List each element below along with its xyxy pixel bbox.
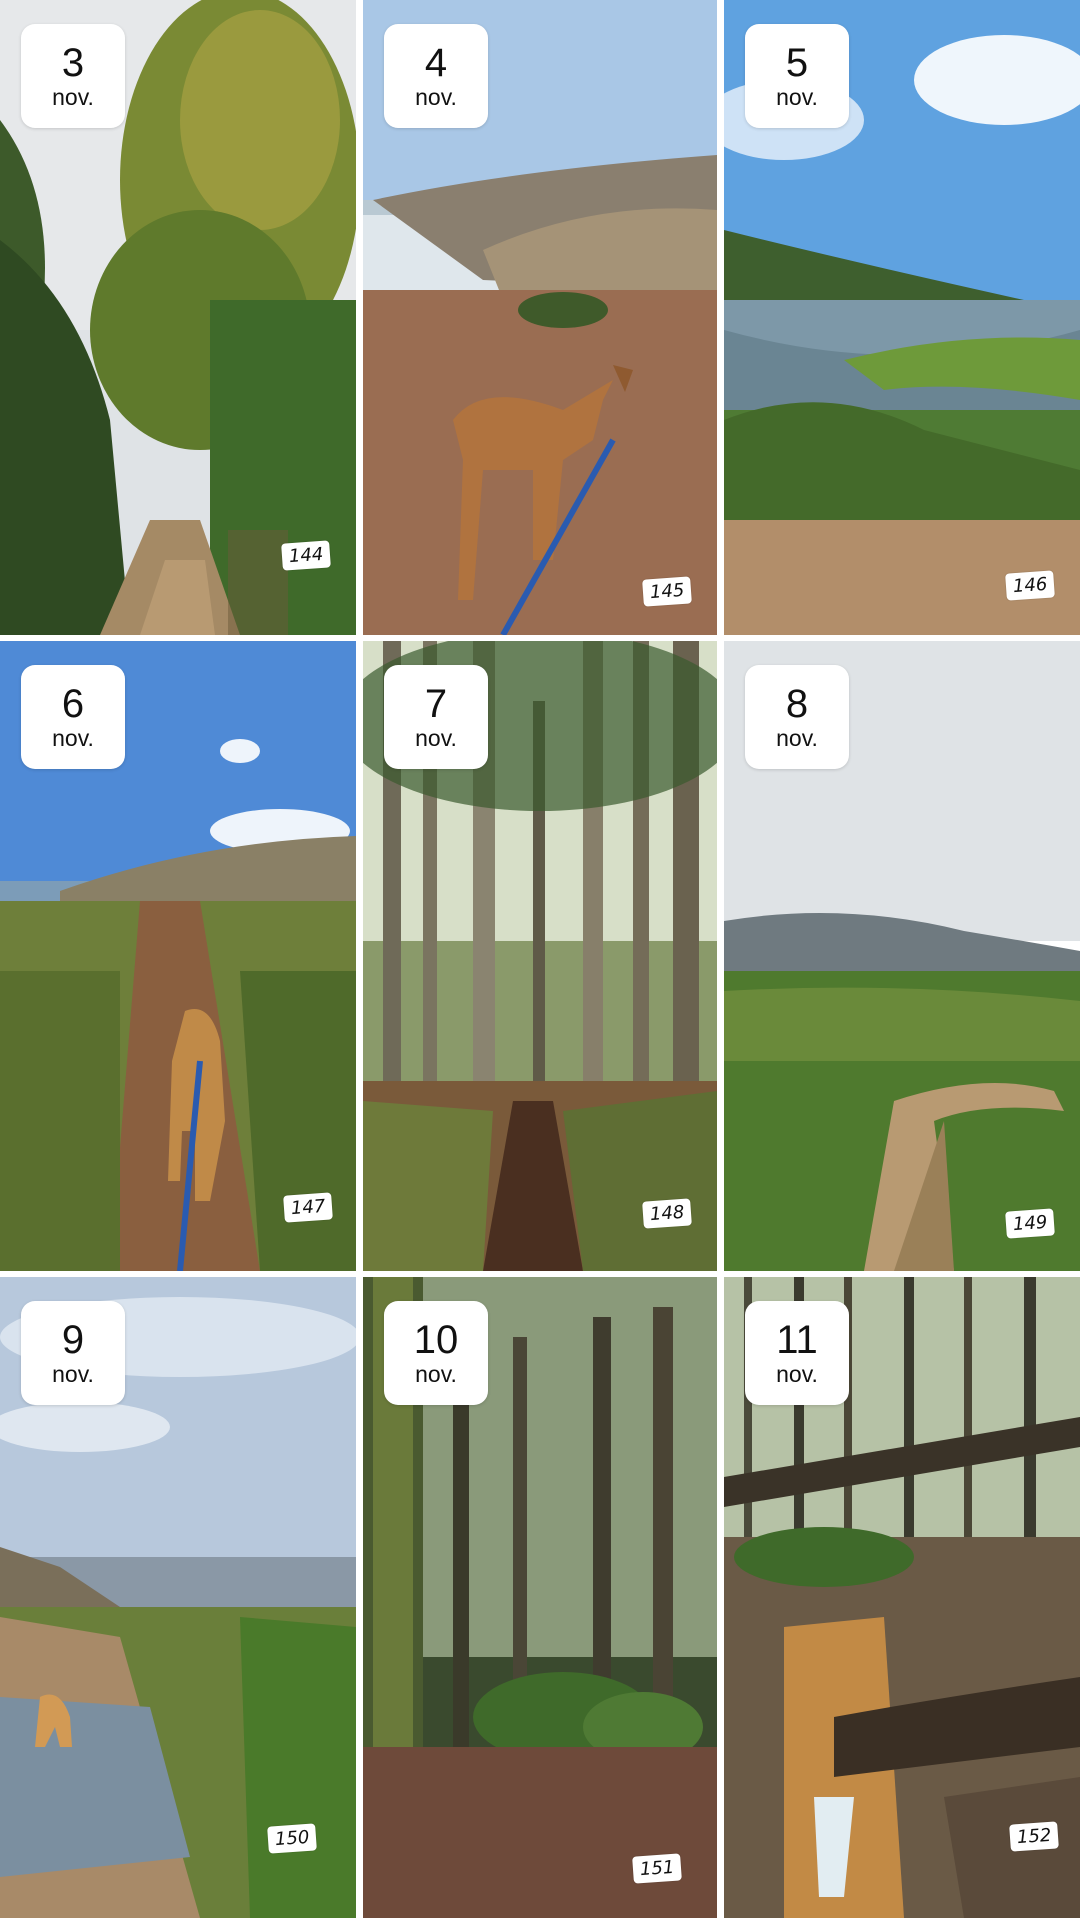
date-day: 4 <box>424 41 448 85</box>
date-day: 8 <box>785 682 809 726</box>
photo-tile-nov-10[interactable]: 10 nov. 151 <box>363 1277 717 1918</box>
day-number-sticker: 148 <box>641 1198 692 1229</box>
photo-tile-nov-4[interactable]: 4 nov. 145 <box>363 0 717 635</box>
date-badge: 8 nov. <box>745 665 849 769</box>
photo-tile-nov-11[interactable]: 11 nov. 152 <box>724 1277 1080 1918</box>
date-month: nov. <box>776 84 818 110</box>
date-day: 10 <box>413 1318 459 1362</box>
date-badge: 11 nov. <box>745 1301 849 1405</box>
day-number-sticker: 151 <box>631 1853 682 1884</box>
date-month: nov. <box>52 84 94 110</box>
date-badge: 5 nov. <box>745 24 849 128</box>
date-day: 9 <box>61 1318 85 1362</box>
photo-tile-nov-8[interactable]: 8 nov. 149 <box>724 641 1080 1271</box>
date-badge: 9 nov. <box>21 1301 125 1405</box>
day-number-sticker: 149 <box>1004 1208 1055 1239</box>
day-number-sticker: 146 <box>1004 570 1055 601</box>
day-number-sticker: 147 <box>282 1192 333 1223</box>
photo-tile-nov-3[interactable]: 3 nov. 144 <box>0 0 356 635</box>
date-badge: 6 nov. <box>21 665 125 769</box>
date-badge: 3 nov. <box>21 24 125 128</box>
date-month: nov. <box>415 725 457 751</box>
date-day: 5 <box>785 41 809 85</box>
date-badge: 4 nov. <box>384 24 488 128</box>
day-number-sticker: 150 <box>266 1823 317 1854</box>
photo-grid: 3 nov. 144 4 nov. 145 5 nov. 146 6 nov. … <box>0 0 1080 1918</box>
day-number-sticker: 144 <box>280 540 331 571</box>
date-month: nov. <box>52 1361 94 1387</box>
date-month: nov. <box>52 725 94 751</box>
photo-tile-nov-5[interactable]: 5 nov. 146 <box>724 0 1080 635</box>
date-month: nov. <box>776 1361 818 1387</box>
date-month: nov. <box>415 1361 457 1387</box>
date-month: nov. <box>776 725 818 751</box>
date-badge: 7 nov. <box>384 665 488 769</box>
date-badge: 10 nov. <box>384 1301 488 1405</box>
photo-tile-nov-9[interactable]: 9 nov. 150 <box>0 1277 356 1918</box>
day-number-sticker: 145 <box>641 576 692 607</box>
day-number-sticker: 152 <box>1008 1821 1059 1852</box>
date-month: nov. <box>415 84 457 110</box>
date-day: 6 <box>61 682 85 726</box>
date-day: 11 <box>776 1318 818 1362</box>
date-day: 7 <box>424 682 448 726</box>
photo-tile-nov-6[interactable]: 6 nov. 147 <box>0 641 356 1271</box>
photo-tile-nov-7[interactable]: 7 nov. 148 <box>363 641 717 1271</box>
date-day: 3 <box>61 41 85 85</box>
